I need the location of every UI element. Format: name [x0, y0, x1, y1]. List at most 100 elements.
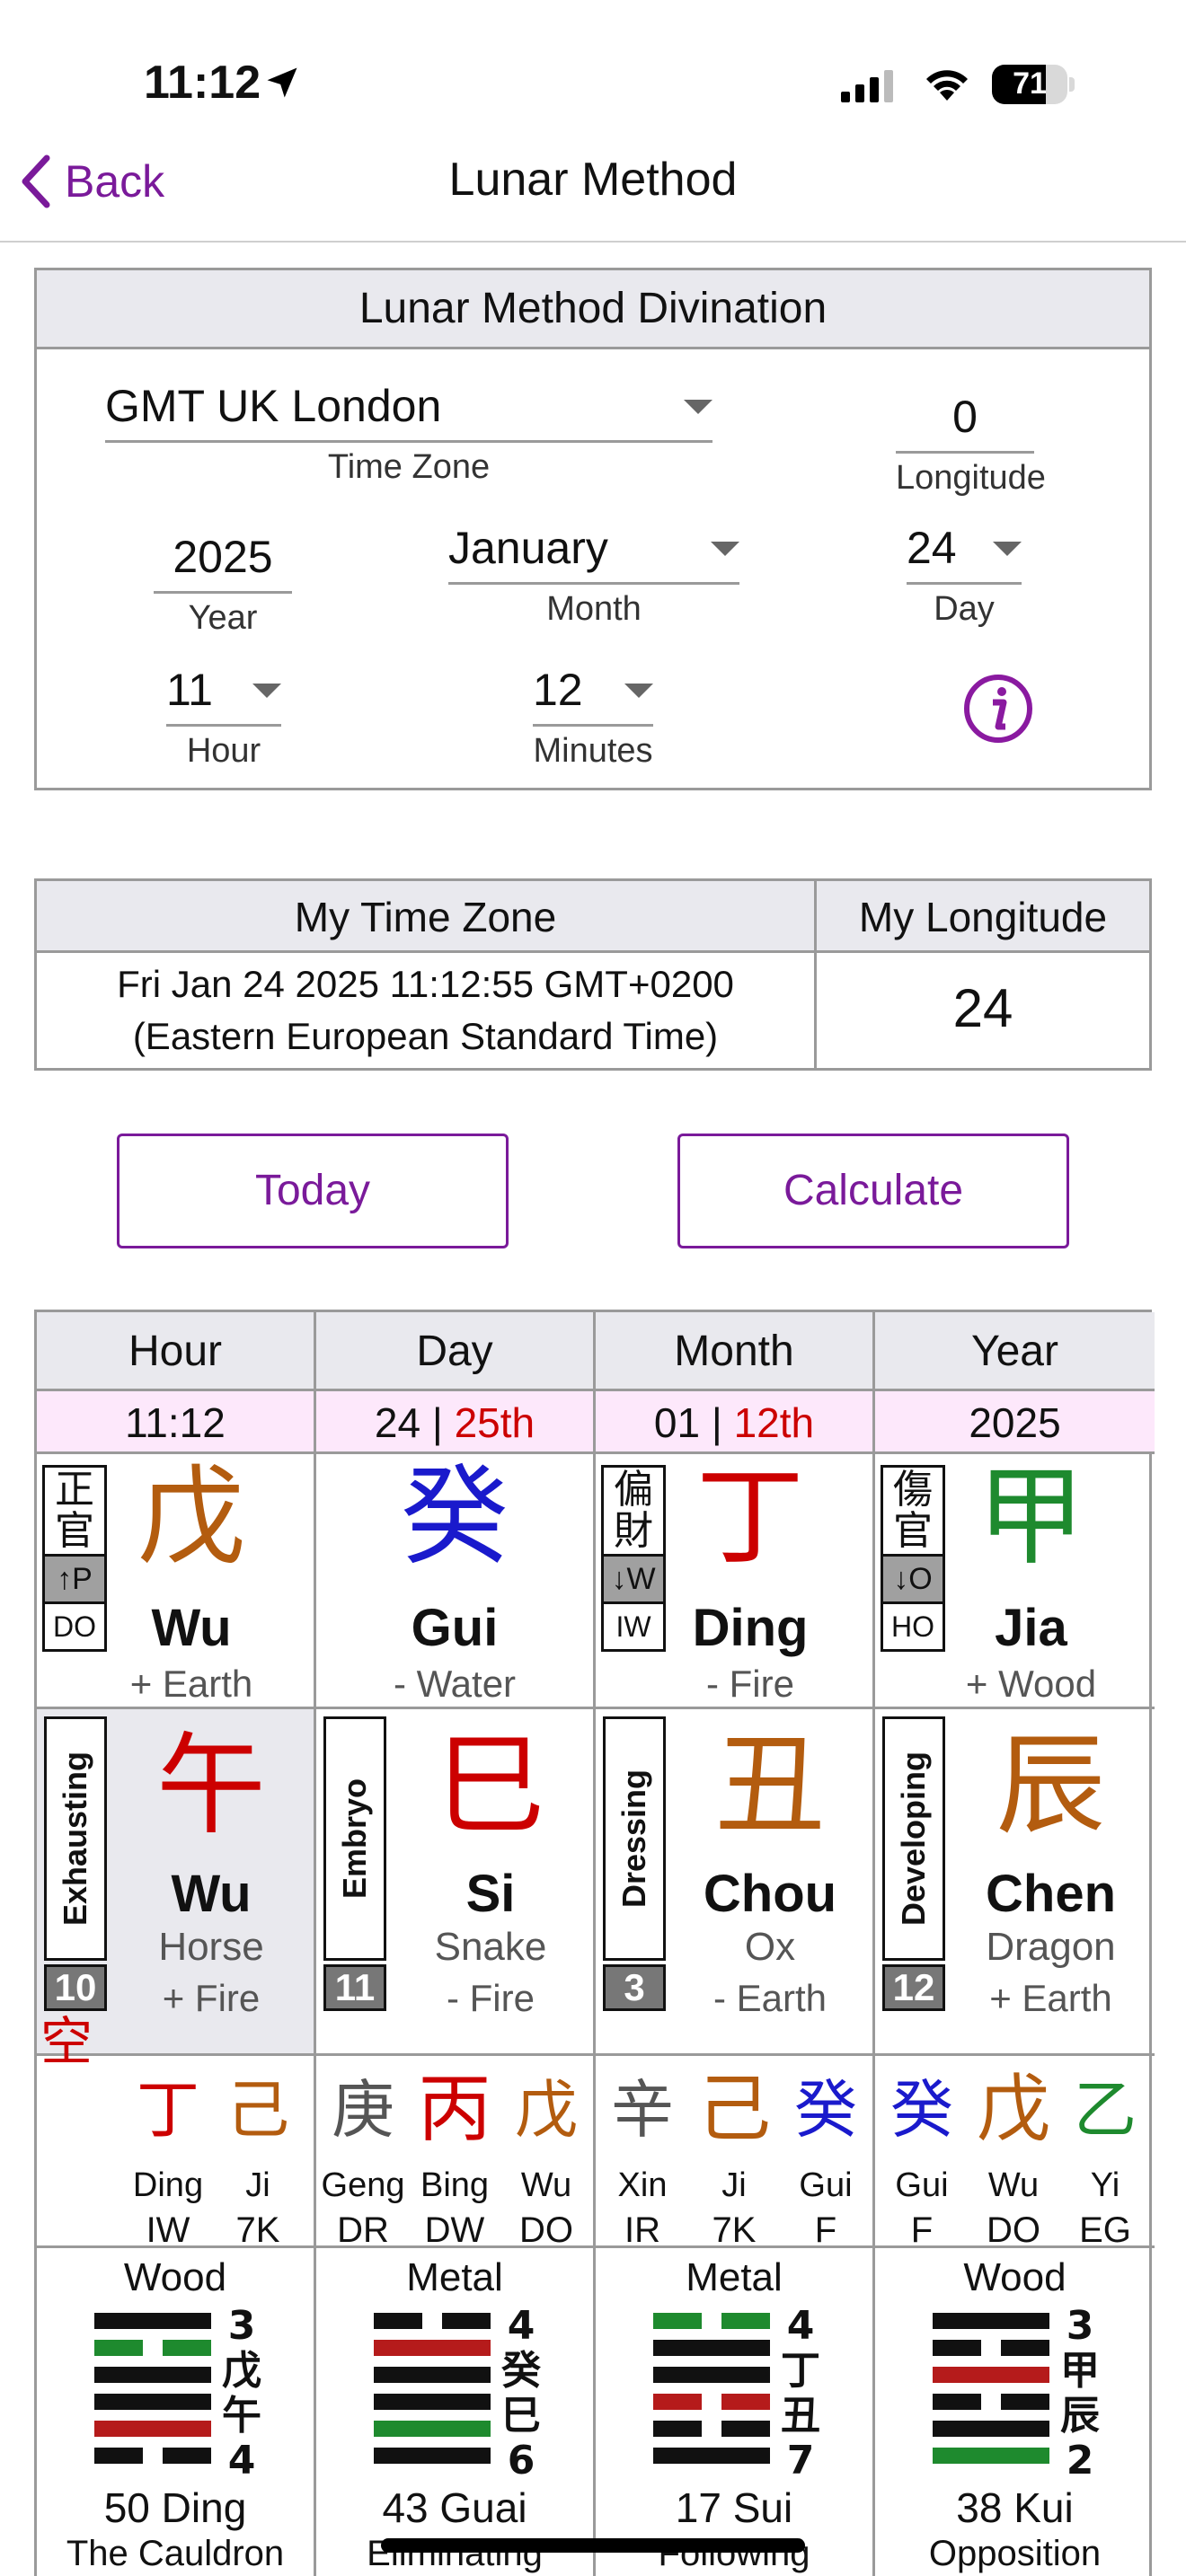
hexagram-name: 17 Sui — [675, 2484, 793, 2531]
chevron-down-icon — [711, 542, 739, 556]
panel-title: Lunar Method Divination — [37, 270, 1149, 349]
minutes-select[interactable]: 12 Minutes — [533, 653, 653, 771]
heavenly-stem[interactable]: 偏 財 ↓W IW 丁 Ding - Fire — [596, 1454, 872, 1709]
year-input[interactable]: 2025 Year — [154, 520, 292, 638]
hidden-stem: 庚 Geng DR — [321, 2073, 405, 2250]
stem-character: 甲 — [977, 1455, 1085, 1580]
month-value: January — [448, 523, 608, 573]
stem-pinyin: Jia — [995, 1599, 1067, 1657]
hidden-stem: 辛 Xin IR — [611, 2073, 674, 2250]
hidden-stems: 癸 Gui F 戊 Wu DO 乙 Yi EG — [875, 2056, 1155, 2250]
hexagram-line — [933, 2313, 1049, 2329]
hexagram-line — [933, 2340, 1049, 2356]
hexagram-line — [94, 2313, 211, 2329]
hexagram-lines — [94, 2313, 211, 2475]
info-icon[interactable] — [962, 673, 1034, 745]
month-select[interactable]: January Month — [448, 511, 739, 629]
my-longitude-value: 24 — [952, 978, 1013, 1038]
hexagram[interactable]: Wood 3 甲 辰 2 38 Kui Opposition — [875, 2248, 1155, 2576]
hexagram-line — [933, 2421, 1049, 2437]
hexagram[interactable]: Metal 4 丁 丑 7 17 Sui Following — [596, 2248, 872, 2576]
hidden-stem: 乙 Yi EG — [1074, 2073, 1137, 2250]
hexagram-line — [94, 2394, 211, 2410]
hexagram-side-labels: 4 丁 丑 7 — [781, 2303, 820, 2483]
hexagram-line — [933, 2394, 1049, 2410]
hexagram-line — [653, 2340, 770, 2356]
pillar-hour: Hour 11:12 正 官 ↑P DO 戊 Wu + Earth Exhaust… — [37, 1312, 316, 2576]
battery-icon: 71 — [992, 65, 1075, 104]
stem-character: 戊 — [137, 1455, 245, 1580]
hexagram-element: Metal — [686, 2255, 783, 2299]
hidden-stem: 丁 Ding IW — [132, 2073, 204, 2250]
longitude-label: Longitude — [896, 459, 1046, 497]
hexagram-line — [933, 2448, 1049, 2464]
hexagram[interactable]: Wood 3 戊 午 4 50 Ding The Cauldron — [37, 2248, 314, 2576]
hexagram-line — [374, 2448, 491, 2464]
earthly-branch[interactable]: Developing 12 辰 Chen Dragon + Earth — [875, 1709, 1155, 2056]
branch-pinyin: Wu — [171, 1865, 252, 1923]
life-phase: Developing — [882, 1716, 945, 1961]
branch-character: 辰 — [996, 1722, 1106, 1849]
hidden-stem: 癸 Gui F — [794, 2073, 857, 2250]
phase-number: 12 — [882, 1964, 945, 2011]
hexagram-lines — [933, 2313, 1049, 2475]
branch-animal: Horse — [158, 1925, 264, 1969]
heavenly-stem[interactable]: 癸 Gui - Water — [316, 1454, 593, 1709]
hexagram-line — [374, 2394, 491, 2410]
phase-number: 10 — [44, 1964, 107, 2011]
hexagram-line — [94, 2340, 211, 2356]
hexagram-line — [653, 2313, 770, 2329]
earthly-branch[interactable]: Dressing 3 丑 Chou Ox - Earth — [596, 1709, 872, 2056]
hexagram-description: The Cauldron — [66, 2534, 285, 2573]
branch-element: - Earth — [712, 1977, 828, 2019]
hexagram-line — [374, 2367, 491, 2383]
pillar-date: 2025 — [875, 1391, 1155, 1454]
hidden-stem: 戊 Wu DO — [515, 2073, 578, 2250]
timezone-select[interactable]: GMT UK London Time Zone — [105, 369, 712, 487]
chevron-down-icon — [624, 684, 653, 698]
chevron-down-icon — [684, 400, 712, 414]
hexagram-side-labels: 4 癸 巳 6 — [501, 2303, 541, 2483]
timezone-value: GMT UK London — [105, 381, 442, 431]
hidden-stem: 戊 Wu DO — [976, 2067, 1050, 2250]
calculate-button[interactable]: Calculate — [677, 1134, 1069, 1248]
hidden-stem: 己 Ji 7K — [226, 2073, 289, 2250]
pillar-header: Year — [875, 1312, 1155, 1391]
hexagram-line — [94, 2421, 211, 2437]
branch-element: - Fire — [447, 1977, 535, 2019]
hexagram-line — [653, 2394, 770, 2410]
pillar-month: Month 01 | 12th 偏 財 ↓W IW 丁 Ding - Fire D… — [596, 1312, 875, 2576]
hexagram[interactable]: Metal 4 癸 巳 6 43 Guai Eliminating — [316, 2248, 593, 2576]
branch-pinyin: Si — [465, 1865, 516, 1923]
branch-pinyin: Chen — [986, 1865, 1116, 1923]
minutes-value: 12 — [533, 665, 583, 715]
today-button[interactable]: Today — [117, 1134, 509, 1248]
hexagram-line — [374, 2421, 491, 2437]
hexagram-lines — [374, 2313, 491, 2475]
earthly-branch[interactable]: Exhausting 10 空 午 Wu Horse + Fire — [37, 1709, 314, 2069]
heavenly-stem[interactable]: 正 官 ↑P DO 戊 Wu + Earth — [37, 1454, 314, 1709]
hexagram-name: 43 Guai — [382, 2484, 527, 2531]
hidden-stem: 丙 Bing DW — [417, 2067, 491, 2250]
phase-number: 11 — [323, 1964, 386, 2011]
stem-element: + Wood — [965, 1663, 1097, 1705]
longitude-input[interactable]: 0 Longitude — [896, 380, 1046, 498]
day-select[interactable]: 24 Day — [907, 511, 1022, 629]
life-phase: Dressing — [603, 1716, 666, 1961]
earthly-branch[interactable]: Embryo 11 巳 Si Snake - Fire — [316, 1709, 593, 2056]
hexagram-side-labels: 3 戊 午 4 — [222, 2303, 261, 2483]
status-bar: 11:12 71 — [0, 0, 1186, 153]
pillar-date: 24 | 25th — [316, 1391, 593, 1454]
minutes-label: Minutes — [533, 732, 653, 770]
hidden-stems: 庚 Geng DR 丙 Bing DW 戊 Wu DO — [316, 2056, 593, 2250]
hour-select[interactable]: 11 Hour — [166, 653, 281, 771]
heavenly-stem[interactable]: 傷 官 ↓O HO 甲 Jia + Wood — [875, 1454, 1155, 1709]
wifi-icon — [926, 70, 968, 101]
my-longitude-header: My Longitude — [817, 881, 1149, 953]
hidden-stems: 辛 Xin IR 己 Ji 7K 癸 Gui F — [596, 2056, 872, 2250]
status-time: 11:12 — [144, 57, 261, 109]
pillar-year: Year 2025 傷 官 ↓O HO 甲 Jia + Wood Developi… — [875, 1312, 1155, 2576]
year-value: 2025 — [154, 520, 292, 594]
chevron-down-icon — [252, 684, 281, 698]
branch-character: 午 — [156, 1722, 266, 1849]
